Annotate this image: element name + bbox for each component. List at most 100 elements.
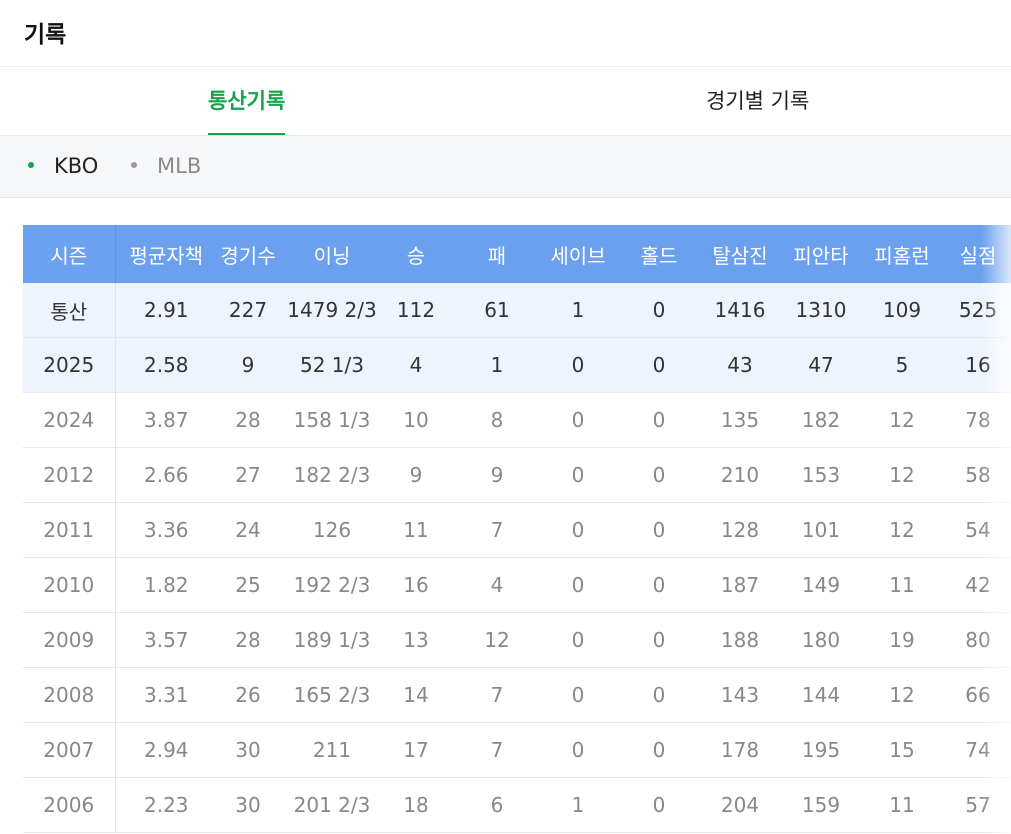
- season-cell: 통산: [23, 283, 116, 338]
- column-header: 탈삼진: [709, 225, 771, 283]
- stat-cell: 101: [771, 502, 871, 558]
- stat-cell: 0: [547, 612, 609, 668]
- stat-cell: 1: [547, 777, 609, 833]
- stat-cell: 12: [447, 612, 547, 668]
- stat-cell: 80: [933, 612, 1011, 668]
- stat-cell: 0: [609, 557, 709, 613]
- stat-cell: 30: [217, 722, 279, 778]
- stat-cell: 0: [609, 722, 709, 778]
- stat-cell: 57: [933, 777, 1011, 833]
- league-option-kbo[interactable]: KBO: [28, 136, 98, 197]
- stat-cell: 52 1/3: [279, 337, 385, 393]
- stat-cell: 8: [447, 392, 547, 448]
- stat-cell: 16: [385, 557, 447, 613]
- stats-table-container[interactable]: 시즌 평균자책 경기수 이닝 승 패 세이브 홀드 탈삼진 피안타 피홈런 실점 통산 2.91 227 1…: [23, 225, 1011, 833]
- column-header: 이닝: [279, 225, 385, 283]
- stat-cell: 1.82: [115, 557, 217, 613]
- tab-game-record[interactable]: 경기별 기록: [706, 67, 809, 135]
- stat-cell: 58: [933, 447, 1011, 503]
- stat-cell: 27: [217, 447, 279, 503]
- stat-cell: 43: [709, 337, 771, 393]
- stat-cell: 5: [871, 337, 933, 393]
- stat-cell: 182 2/3: [279, 447, 385, 503]
- stat-cell: 30: [217, 777, 279, 833]
- stat-cell: 0: [547, 337, 609, 393]
- league-option-mlb[interactable]: MLB: [131, 136, 201, 197]
- stat-cell: 0: [609, 337, 709, 393]
- column-header: 피안타: [771, 225, 871, 283]
- stat-cell: 0: [609, 392, 709, 448]
- stat-cell: 0: [609, 612, 709, 668]
- season-cell: 2007: [23, 722, 116, 778]
- stat-cell: 28: [217, 392, 279, 448]
- league-filter: KBO MLB: [0, 136, 1011, 198]
- stat-cell: 158 1/3: [279, 392, 385, 448]
- season-cell: 2011: [23, 502, 116, 558]
- stat-cell: 47: [771, 337, 871, 393]
- table-row: 2009 3.57 28 189 1/3 13 12 0 0 188 180 19 80: [23, 612, 1011, 668]
- stat-cell: 12: [871, 447, 933, 503]
- table-header: 시즌 평균자책 경기수 이닝 승 패 세이브 홀드 탈삼진 피안타 피홈런 실점: [23, 225, 1011, 283]
- stat-cell: 0: [547, 667, 609, 723]
- table-row: 2007 2.94 30 211 17 7 0 0 178 195 15 74: [23, 722, 1011, 778]
- column-header: 경기수: [217, 225, 279, 283]
- season-cell: 2010: [23, 557, 116, 613]
- pitching-stats-table: 시즌 평균자책 경기수 이닝 승 패 세이브 홀드 탈삼진 피안타 피홈런 실점 통산 2.91 227 1…: [23, 225, 1011, 833]
- season-cell: 2025: [23, 337, 116, 393]
- season-cell: 2008: [23, 667, 116, 723]
- season-cell: 2012: [23, 447, 116, 503]
- stat-cell: 109: [871, 283, 933, 338]
- stat-cell: 12: [871, 392, 933, 448]
- stat-cell: 0: [547, 502, 609, 558]
- stat-cell: 10: [385, 392, 447, 448]
- stat-cell: 210: [709, 447, 771, 503]
- column-header: 세이브: [547, 225, 609, 283]
- stat-cell: 78: [933, 392, 1011, 448]
- table-row: 2025 2.58 9 52 1/3 4 1 0 0 43 47 5 16: [23, 337, 1011, 393]
- stat-cell: 0: [609, 667, 709, 723]
- season-cell: 2009: [23, 612, 116, 668]
- stat-cell: 187: [709, 557, 771, 613]
- tab-career-record[interactable]: 통산기록: [208, 67, 286, 135]
- stat-cell: 2.66: [115, 447, 217, 503]
- stat-cell: 3.36: [115, 502, 217, 558]
- section-header: 기록: [0, 0, 1011, 67]
- stat-cell: 1416: [709, 283, 771, 338]
- stat-cell: 128: [709, 502, 771, 558]
- stat-cell: 1310: [771, 283, 871, 338]
- stat-cell: 2.58: [115, 337, 217, 393]
- stat-cell: 126: [279, 502, 385, 558]
- stat-cell: 189 1/3: [279, 612, 385, 668]
- stat-cell: 0: [609, 777, 709, 833]
- stat-cell: 7: [447, 502, 547, 558]
- season-cell: 2006: [23, 777, 116, 833]
- table-row: 2011 3.36 24 126 11 7 0 0 128 101 12 54: [23, 502, 1011, 558]
- stat-cell: 9: [447, 447, 547, 503]
- stat-cell: 7: [447, 722, 547, 778]
- stat-cell: 4: [385, 337, 447, 393]
- stat-cell: 11: [385, 502, 447, 558]
- stat-cell: 227: [217, 283, 279, 338]
- column-header: 패: [447, 225, 547, 283]
- stat-cell: 13: [385, 612, 447, 668]
- page-title: 기록: [24, 22, 67, 48]
- column-header: 홀드: [609, 225, 709, 283]
- bullet-dot-icon: [28, 162, 34, 168]
- stat-cell: 525: [933, 283, 1011, 338]
- stat-cell: 180: [771, 612, 871, 668]
- stat-cell: 18: [385, 777, 447, 833]
- stat-cell: 24: [217, 502, 279, 558]
- stat-cell: 12: [871, 667, 933, 723]
- stat-cell: 0: [547, 557, 609, 613]
- column-header: 실점: [933, 225, 1011, 283]
- stat-cell: 7: [447, 667, 547, 723]
- stat-cell: 11: [871, 777, 933, 833]
- column-header: 시즌: [23, 225, 116, 283]
- league-label: MLB: [157, 154, 202, 178]
- stat-cell: 54: [933, 502, 1011, 558]
- stat-cell: 2.94: [115, 722, 217, 778]
- stat-cell: 74: [933, 722, 1011, 778]
- stat-cell: 143: [709, 667, 771, 723]
- stat-cell: 1479 2/3: [279, 283, 385, 338]
- stat-cell: 211: [279, 722, 385, 778]
